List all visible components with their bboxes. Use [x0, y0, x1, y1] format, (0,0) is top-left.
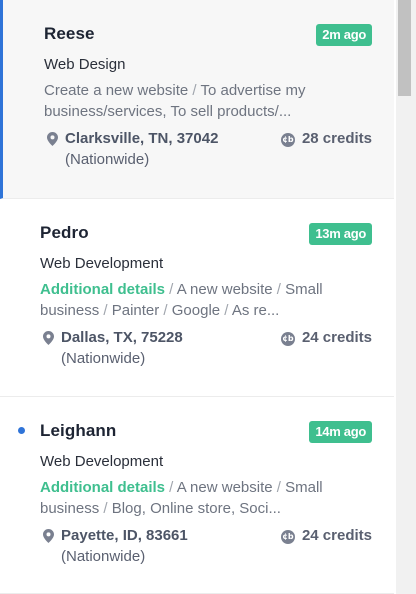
lead-card[interactable]: Leighann 14m ago Web Development Additio…: [0, 397, 394, 594]
detail-item: Blog, Online store, Soci...: [111, 500, 281, 517]
lead-scope: (Nationwide): [61, 548, 146, 565]
detail-separator: /: [99, 302, 112, 319]
lead-service: Web Design: [44, 56, 126, 73]
detail-separator: /: [165, 281, 177, 298]
detail-separator: /: [220, 302, 232, 319]
credits-value: 24 credits: [301, 527, 372, 544]
lead-location: Dallas, TX, 75228 (Nationwide): [61, 327, 183, 369]
lead-city: Payette, ID, 83661: [61, 527, 188, 544]
lead-list: Reese 2m ago Web Design Create a new web…: [0, 0, 396, 594]
lead-city: Dallas, TX, 75228: [61, 329, 183, 346]
additional-details-label: Additional details: [40, 479, 166, 496]
unread-dot: [18, 427, 25, 434]
detail-item: A new website: [176, 479, 273, 496]
lead-credits: ¢b 24 credits: [280, 525, 372, 546]
lead-name: Leighann: [40, 421, 117, 440]
lead-location-row: Payette, ID, 83661 (Nationwide) ¢b 24 cre…: [40, 525, 372, 569]
lead-city: Clarksville, TN, 37042: [65, 130, 219, 147]
credits-value: 28 credits: [301, 130, 372, 147]
detail-separator: /: [99, 500, 112, 517]
lead-name: Reese: [44, 24, 95, 43]
time-badge: 2m ago: [316, 24, 372, 46]
detail-item: Google: [171, 302, 221, 319]
lead-location: Payette, ID, 83661 (Nationwide): [61, 525, 188, 567]
additional-details-label: Additional details: [40, 281, 166, 298]
detail-separator: /: [188, 82, 201, 99]
map-pin-icon: [47, 132, 58, 146]
time-badge: 14m ago: [309, 421, 372, 443]
detail-item: A new website: [176, 281, 273, 298]
map-pin-icon: [43, 529, 54, 543]
detail-separator: /: [272, 281, 286, 298]
lead-card[interactable]: Reese 2m ago Web Design Create a new web…: [0, 0, 394, 199]
time-badge: 13m ago: [309, 223, 372, 245]
credits-coin-icon: ¢b: [280, 530, 295, 544]
credits-coin-icon: ¢b: [280, 133, 295, 147]
lead-name: Pedro: [40, 223, 89, 242]
detail-separator: /: [272, 479, 286, 496]
lead-service: Web Development: [40, 453, 164, 470]
lead-credits: ¢b 24 credits: [280, 327, 372, 348]
lead-service: Web Development: [40, 255, 164, 272]
detail-item: As re...: [231, 302, 280, 319]
credits-coin-icon: ¢b: [280, 332, 295, 346]
lead-scope: (Nationwide): [61, 350, 146, 367]
lead-details: Additional details / A new website / Sma…: [40, 477, 372, 519]
lead-card[interactable]: Pedro 13m ago Web Development Additional…: [0, 199, 394, 397]
lead-details: Additional details / A new website / Sma…: [40, 279, 372, 321]
lead-location-row: Clarksville, TN, 37042 (Nationwide) ¢b 28…: [44, 128, 372, 172]
credits-value: 24 credits: [301, 329, 372, 346]
detail-item: Painter: [111, 302, 160, 319]
lead-location-row: Dallas, TX, 75228 (Nationwide) ¢b 24 cred…: [40, 327, 372, 371]
lead-scope: (Nationwide): [65, 151, 150, 168]
map-pin-icon: [43, 331, 54, 345]
detail-separator: /: [165, 479, 177, 496]
lead-credits: ¢b 28 credits: [280, 128, 372, 149]
scrollbar[interactable]: [396, 0, 416, 594]
detail-item: Create a new website: [44, 82, 189, 99]
lead-details: Create a new website / To advertise my b…: [44, 80, 372, 122]
lead-location: Clarksville, TN, 37042 (Nationwide): [65, 128, 218, 170]
detail-separator: /: [159, 302, 172, 319]
scrollbar-thumb[interactable]: [398, 0, 411, 96]
